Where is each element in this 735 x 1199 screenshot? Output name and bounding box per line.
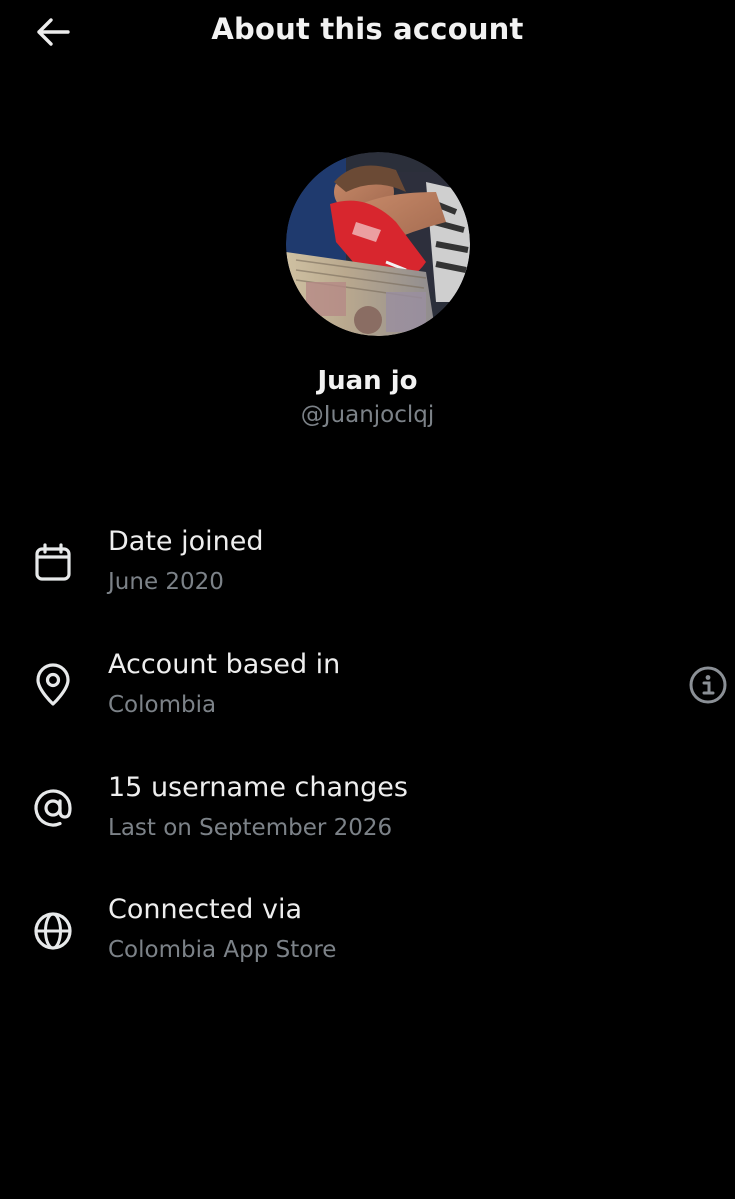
detail-title: Connected via <box>108 894 302 925</box>
location-info-button[interactable] <box>686 663 730 707</box>
detail-title: 15 username changes <box>108 772 408 803</box>
header-bar: About this account <box>0 0 735 64</box>
page-title: About this account <box>211 12 524 46</box>
detail-value: Last on September 2026 <box>108 815 393 841</box>
globe-icon <box>30 908 76 954</box>
avatar[interactable] <box>286 152 470 336</box>
detail-row-date-joined: Date joined June 2020 <box>0 520 735 610</box>
detail-value: Colombia <box>108 692 217 718</box>
location-pin-icon <box>30 662 76 708</box>
detail-title: Account based in <box>108 649 341 680</box>
at-sign-icon <box>30 785 76 831</box>
detail-value: June 2020 <box>108 569 224 595</box>
profile-handle: @Juanjoclqj <box>300 402 435 428</box>
detail-row-account-location: Account based in Colombia <box>0 643 735 733</box>
detail-row-username-changes: 15 username changes Last on September 20… <box>0 766 735 856</box>
detail-row-connected-via: Connected via Colombia App Store <box>0 888 735 978</box>
info-icon <box>689 666 727 704</box>
detail-title: Date joined <box>108 526 264 557</box>
calendar-icon <box>30 540 76 586</box>
profile-photo <box>286 152 470 336</box>
detail-value: Colombia App Store <box>108 937 337 963</box>
profile-name: Juan jo <box>317 366 418 396</box>
